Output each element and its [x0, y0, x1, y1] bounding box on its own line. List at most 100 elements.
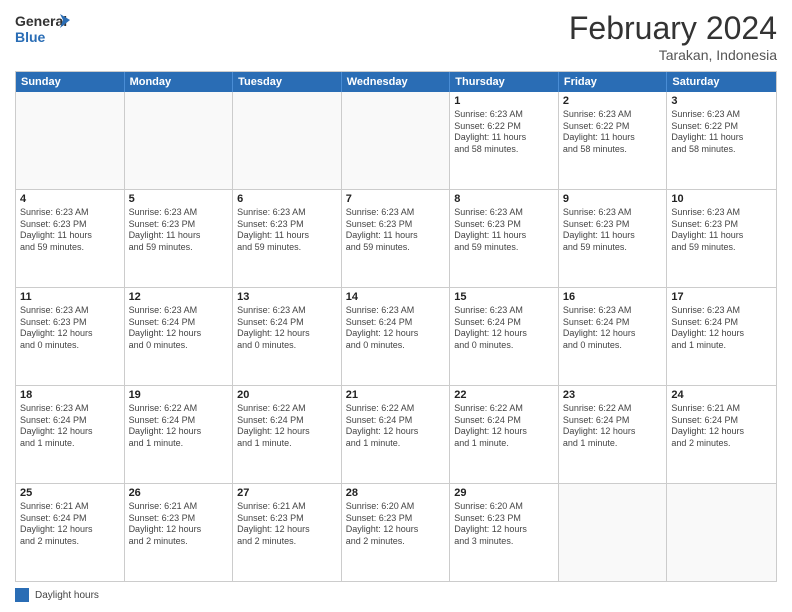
day-info: Sunrise: 6:23 AM Sunset: 6:22 PM Dayligh…	[563, 109, 663, 156]
legend-label: Daylight hours	[35, 590, 99, 601]
day-number: 8	[454, 193, 554, 205]
day-cell: 15 Sunrise: 6:23 AM Sunset: 6:24 PM Dayli…	[450, 288, 559, 385]
day-info: Sunrise: 6:23 AM Sunset: 6:23 PM Dayligh…	[20, 305, 120, 352]
day-info: Sunrise: 6:22 AM Sunset: 6:24 PM Dayligh…	[346, 403, 446, 450]
day-info: Sunrise: 6:23 AM Sunset: 6:24 PM Dayligh…	[129, 305, 229, 352]
day-number: 22	[454, 389, 554, 401]
day-cell	[233, 92, 342, 189]
week-row-5: 25Sunrise: 6:21 AM Sunset: 6:24 PM Dayli…	[16, 484, 776, 581]
day-cell: 25Sunrise: 6:21 AM Sunset: 6:24 PM Dayli…	[16, 484, 125, 581]
day-headers: SundayMondayTuesdayWednesdayThursdayFrid…	[16, 72, 776, 92]
day-info: Sunrise: 6:23 AM Sunset: 6:22 PM Dayligh…	[671, 109, 772, 156]
day-cell: 4 Sunrise: 6:23 AM Sunset: 6:23 PM Daylig…	[16, 190, 125, 287]
day-info: Sunrise: 6:22 AM Sunset: 6:24 PM Dayligh…	[454, 403, 554, 450]
day-info: Sunrise: 6:21 AM Sunset: 6:23 PM Dayligh…	[129, 501, 229, 548]
day-number: 29	[454, 487, 554, 499]
day-info: Sunrise: 6:23 AM Sunset: 6:23 PM Dayligh…	[346, 207, 446, 254]
page-header: GeneralBlue February 2024 Tarakan, Indon…	[15, 10, 777, 63]
day-info: Sunrise: 6:23 AM Sunset: 6:23 PM Dayligh…	[237, 207, 337, 254]
calendar-body: 1 Sunrise: 6:23 AM Sunset: 6:22 PM Daylig…	[16, 92, 776, 581]
day-cell: 18Sunrise: 6:23 AM Sunset: 6:24 PM Dayli…	[16, 386, 125, 483]
svg-text:General: General	[15, 13, 67, 29]
day-cell: 12 Sunrise: 6:23 AM Sunset: 6:24 PM Dayli…	[125, 288, 234, 385]
day-number: 26	[129, 487, 229, 499]
day-number: 5	[129, 193, 229, 205]
day-number: 14	[346, 291, 446, 303]
day-number: 13	[237, 291, 337, 303]
day-cell: 6 Sunrise: 6:23 AM Sunset: 6:23 PM Daylig…	[233, 190, 342, 287]
day-cell	[667, 484, 776, 581]
day-cell: 1 Sunrise: 6:23 AM Sunset: 6:22 PM Daylig…	[450, 92, 559, 189]
day-cell: 29 Sunrise: 6:20 AM Sunset: 6:23 PM Dayli…	[450, 484, 559, 581]
day-info: Sunrise: 6:21 AM Sunset: 6:24 PM Dayligh…	[671, 403, 772, 450]
day-number: 15	[454, 291, 554, 303]
day-number: 16	[563, 291, 663, 303]
day-info: Sunrise: 6:23 AM Sunset: 6:23 PM Dayligh…	[20, 207, 120, 254]
day-cell: 27 Sunrise: 6:21 AM Sunset: 6:23 PM Dayli…	[233, 484, 342, 581]
day-number: 4	[20, 193, 120, 205]
day-info: Sunrise: 6:20 AM Sunset: 6:23 PM Dayligh…	[346, 501, 446, 548]
day-info: Sunrise: 6:22 AM Sunset: 6:24 PM Dayligh…	[563, 403, 663, 450]
day-info: Sunrise: 6:22 AM Sunset: 6:24 PM Dayligh…	[129, 403, 229, 450]
day-cell: 26 Sunrise: 6:21 AM Sunset: 6:23 PM Dayli…	[125, 484, 234, 581]
day-number: 24	[671, 389, 772, 401]
month-title: February 2024	[569, 10, 777, 47]
calendar: SundayMondayTuesdayWednesdayThursdayFrid…	[15, 71, 777, 582]
day-number: 23	[563, 389, 663, 401]
day-header-wednesday: Wednesday	[342, 72, 451, 92]
day-info: Sunrise: 6:21 AM Sunset: 6:23 PM Dayligh…	[237, 501, 337, 548]
week-row-2: 4 Sunrise: 6:23 AM Sunset: 6:23 PM Daylig…	[16, 190, 776, 288]
day-number: 3	[671, 95, 772, 107]
day-cell: 23 Sunrise: 6:22 AM Sunset: 6:24 PM Dayli…	[559, 386, 668, 483]
day-info: Sunrise: 6:20 AM Sunset: 6:23 PM Dayligh…	[454, 501, 554, 548]
day-number: 20	[237, 389, 337, 401]
day-cell: 19Sunrise: 6:22 AM Sunset: 6:24 PM Dayli…	[125, 386, 234, 483]
day-info: Sunrise: 6:23 AM Sunset: 6:24 PM Dayligh…	[346, 305, 446, 352]
day-cell: 11 Sunrise: 6:23 AM Sunset: 6:23 PM Dayli…	[16, 288, 125, 385]
title-area: February 2024 Tarakan, Indonesia	[569, 10, 777, 63]
day-number: 2	[563, 95, 663, 107]
week-row-4: 18Sunrise: 6:23 AM Sunset: 6:24 PM Dayli…	[16, 386, 776, 484]
legend-color-box	[15, 588, 29, 602]
day-cell: 9Sunrise: 6:23 AM Sunset: 6:23 PM Daylig…	[559, 190, 668, 287]
day-cell	[16, 92, 125, 189]
day-cell: 21 Sunrise: 6:22 AM Sunset: 6:24 PM Dayli…	[342, 386, 451, 483]
day-cell: 10Sunrise: 6:23 AM Sunset: 6:23 PM Dayli…	[667, 190, 776, 287]
day-number: 6	[237, 193, 337, 205]
week-row-3: 11 Sunrise: 6:23 AM Sunset: 6:23 PM Dayli…	[16, 288, 776, 386]
day-info: Sunrise: 6:23 AM Sunset: 6:22 PM Dayligh…	[454, 109, 554, 156]
day-cell	[559, 484, 668, 581]
logo-svg: GeneralBlue	[15, 10, 75, 50]
day-header-saturday: Saturday	[667, 72, 776, 92]
day-number: 11	[20, 291, 120, 303]
day-header-monday: Monday	[125, 72, 234, 92]
day-cell: 2 Sunrise: 6:23 AM Sunset: 6:22 PM Daylig…	[559, 92, 668, 189]
day-cell: 13Sunrise: 6:23 AM Sunset: 6:24 PM Dayli…	[233, 288, 342, 385]
day-cell: 5Sunrise: 6:23 AM Sunset: 6:23 PM Daylig…	[125, 190, 234, 287]
day-cell: 28Sunrise: 6:20 AM Sunset: 6:23 PM Dayli…	[342, 484, 451, 581]
day-info: Sunrise: 6:23 AM Sunset: 6:23 PM Dayligh…	[671, 207, 772, 254]
day-number: 12	[129, 291, 229, 303]
day-cell	[125, 92, 234, 189]
week-row-1: 1 Sunrise: 6:23 AM Sunset: 6:22 PM Daylig…	[16, 92, 776, 190]
day-info: Sunrise: 6:23 AM Sunset: 6:24 PM Dayligh…	[563, 305, 663, 352]
day-number: 25	[20, 487, 120, 499]
day-cell: 22 Sunrise: 6:22 AM Sunset: 6:24 PM Dayli…	[450, 386, 559, 483]
legend: Daylight hours	[15, 588, 777, 602]
day-cell: 16 Sunrise: 6:23 AM Sunset: 6:24 PM Dayli…	[559, 288, 668, 385]
day-header-sunday: Sunday	[16, 72, 125, 92]
location-subtitle: Tarakan, Indonesia	[569, 47, 777, 63]
day-cell	[342, 92, 451, 189]
day-header-tuesday: Tuesday	[233, 72, 342, 92]
day-info: Sunrise: 6:23 AM Sunset: 6:24 PM Dayligh…	[454, 305, 554, 352]
day-number: 18	[20, 389, 120, 401]
day-number: 1	[454, 95, 554, 107]
day-number: 21	[346, 389, 446, 401]
day-info: Sunrise: 6:23 AM Sunset: 6:23 PM Dayligh…	[563, 207, 663, 254]
day-number: 27	[237, 487, 337, 499]
day-cell: 24 Sunrise: 6:21 AM Sunset: 6:24 PM Dayli…	[667, 386, 776, 483]
day-number: 7	[346, 193, 446, 205]
day-cell: 14 Sunrise: 6:23 AM Sunset: 6:24 PM Dayli…	[342, 288, 451, 385]
day-header-friday: Friday	[559, 72, 668, 92]
logo: GeneralBlue	[15, 10, 75, 50]
